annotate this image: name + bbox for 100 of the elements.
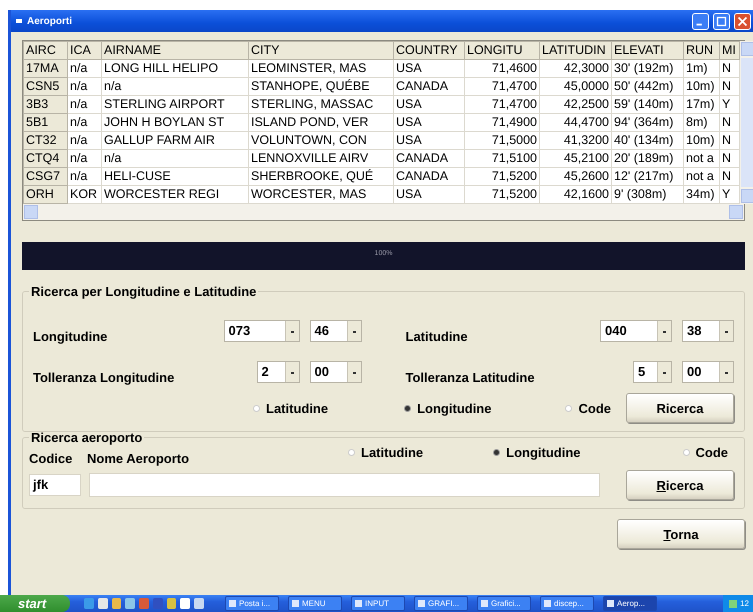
table-cell: 41,3200 bbox=[540, 132, 612, 150]
radio-label[interactable]: Longitudine bbox=[506, 445, 580, 460]
radio-button[interactable] bbox=[682, 449, 690, 456]
row-header[interactable]: CTQ4 bbox=[24, 150, 68, 168]
column-header[interactable]: ICA bbox=[68, 42, 102, 60]
window-title: Aeroporti bbox=[27, 16, 73, 26]
row-header[interactable]: CSG7 bbox=[24, 168, 68, 186]
taskbar-button[interactable]: Aerop... bbox=[603, 596, 657, 611]
table-cell: 44,4700 bbox=[540, 114, 612, 132]
table-cell: n/a bbox=[68, 60, 102, 78]
radio-label[interactable]: Latitudine bbox=[361, 445, 424, 460]
table-cell: USA bbox=[394, 114, 464, 132]
vertical-scrollbar[interactable] bbox=[740, 41, 753, 204]
combo-box[interactable]: 5 bbox=[633, 360, 672, 382]
table-cell: GALLUP FARM AIR bbox=[102, 132, 248, 150]
table-cell: 71,5000 bbox=[464, 132, 540, 150]
app-icon bbox=[355, 600, 362, 607]
table-cell: not a bbox=[684, 168, 720, 186]
table-cell: USA bbox=[394, 132, 464, 150]
table-cell: CANADA bbox=[394, 168, 464, 186]
quick-launch-icon[interactable] bbox=[112, 598, 122, 609]
radio-button[interactable] bbox=[404, 404, 412, 412]
table-cell: 20' (189m) bbox=[612, 150, 684, 168]
row-header[interactable]: 3B3 bbox=[24, 96, 68, 114]
group-title: Ricerca per Longitudine e Latitudine bbox=[30, 284, 258, 299]
column-header[interactable]: ELEVATI bbox=[612, 42, 684, 60]
back-button[interactable]: Torna bbox=[617, 519, 745, 549]
combo-box[interactable]: 2 bbox=[256, 360, 300, 382]
combo-box[interactable]: 00 bbox=[310, 360, 362, 382]
radio-button[interactable] bbox=[348, 449, 356, 456]
radio-label[interactable]: Code bbox=[578, 400, 611, 416]
combo-box[interactable]: 38 bbox=[682, 320, 734, 342]
table-cell: 40' (134m) bbox=[612, 132, 684, 150]
airport-name-field[interactable] bbox=[89, 473, 600, 497]
search-button[interactable]: Ricerca bbox=[626, 470, 734, 500]
row-header[interactable]: ORH bbox=[24, 186, 68, 204]
minimize-button[interactable] bbox=[692, 12, 709, 30]
quick-launch-icon[interactable] bbox=[194, 598, 204, 609]
row-header[interactable]: CT32 bbox=[24, 132, 68, 150]
table-cell: STERLING, MASSAC bbox=[248, 96, 394, 114]
radio-button[interactable] bbox=[565, 404, 572, 412]
quick-launch-icon[interactable] bbox=[98, 598, 108, 609]
field-label: Codice bbox=[29, 451, 74, 466]
taskbar-button[interactable]: INPUT bbox=[351, 596, 405, 611]
horizontal-scrollbar[interactable] bbox=[23, 204, 744, 220]
table-cell: 17m) bbox=[684, 96, 720, 114]
row-header[interactable]: CSN5 bbox=[24, 78, 68, 96]
app-icon bbox=[544, 600, 551, 607]
table-cell: n/a bbox=[68, 96, 102, 114]
column-header[interactable]: MI bbox=[720, 42, 740, 60]
search-button[interactable]: Ricerca bbox=[626, 393, 734, 423]
column-header[interactable]: CITY bbox=[248, 42, 394, 60]
table-cell: 10m) bbox=[684, 132, 720, 150]
table-cell: 45,2100 bbox=[540, 150, 612, 168]
field-label: Tolleranza Latitudine bbox=[406, 370, 536, 385]
combo-box[interactable]: 00 bbox=[682, 360, 734, 382]
maximize-button[interactable] bbox=[713, 12, 730, 30]
table-cell: 71,4600 bbox=[464, 60, 540, 78]
app-icon bbox=[292, 600, 299, 607]
radio-label[interactable]: Latitudine bbox=[266, 400, 328, 416]
column-header[interactable]: AIRNAME bbox=[102, 42, 248, 60]
combo-box[interactable]: 073 bbox=[224, 320, 300, 342]
table-cell: 1m) bbox=[684, 60, 720, 78]
taskbar-button[interactable]: MENU bbox=[288, 596, 342, 611]
table-cell: HELI-CUSE bbox=[102, 168, 248, 186]
radio-label[interactable]: Longitudine bbox=[417, 400, 492, 416]
radio-button[interactable] bbox=[253, 404, 260, 412]
table-cell: 45,0000 bbox=[540, 78, 612, 96]
quick-launch-icon[interactable] bbox=[125, 598, 136, 609]
app-icon bbox=[418, 600, 425, 607]
taskbar-button[interactable]: discep... bbox=[540, 596, 594, 611]
table-cell: 71,4700 bbox=[464, 78, 540, 96]
column-header[interactable]: RUN bbox=[684, 42, 720, 60]
field-label: Nome Aeroporto bbox=[87, 451, 190, 466]
quick-launch-icon[interactable] bbox=[166, 598, 176, 609]
combo-box[interactable]: 040 bbox=[600, 320, 672, 342]
code-field[interactable]: jfk bbox=[29, 474, 81, 496]
start-button[interactable]: start bbox=[0, 595, 70, 612]
radio-button[interactable] bbox=[493, 449, 500, 456]
column-header[interactable]: AIRC bbox=[24, 42, 68, 60]
table-cell: 71,4700 bbox=[464, 96, 540, 114]
row-header[interactable]: 5B1 bbox=[24, 114, 68, 132]
radio-label[interactable]: Code bbox=[696, 445, 728, 460]
close-button[interactable] bbox=[734, 12, 751, 30]
row-header[interactable]: 17MA bbox=[24, 60, 68, 78]
table-cell: 94' (364m) bbox=[612, 114, 684, 132]
taskbar-button[interactable]: Grafici... bbox=[477, 596, 531, 611]
combo-box[interactable]: 46 bbox=[310, 320, 362, 342]
table-cell: 30' (192m) bbox=[612, 60, 684, 78]
taskbar-button[interactable]: GRAFI... bbox=[414, 596, 468, 611]
app-icon bbox=[481, 600, 488, 607]
column-header[interactable]: COUNTRY bbox=[394, 42, 464, 60]
taskbar-button[interactable]: Posta i... bbox=[225, 596, 279, 611]
field-label: Longitudine bbox=[33, 329, 108, 344]
column-header[interactable]: LATITUDIN bbox=[540, 42, 612, 60]
table-cell: LONG HILL HELIPO bbox=[102, 60, 248, 78]
column-header[interactable]: LONGITU bbox=[464, 42, 540, 60]
app-icon bbox=[229, 600, 236, 607]
table-cell: n/a bbox=[102, 78, 248, 96]
quick-launch-icon[interactable] bbox=[180, 598, 190, 609]
